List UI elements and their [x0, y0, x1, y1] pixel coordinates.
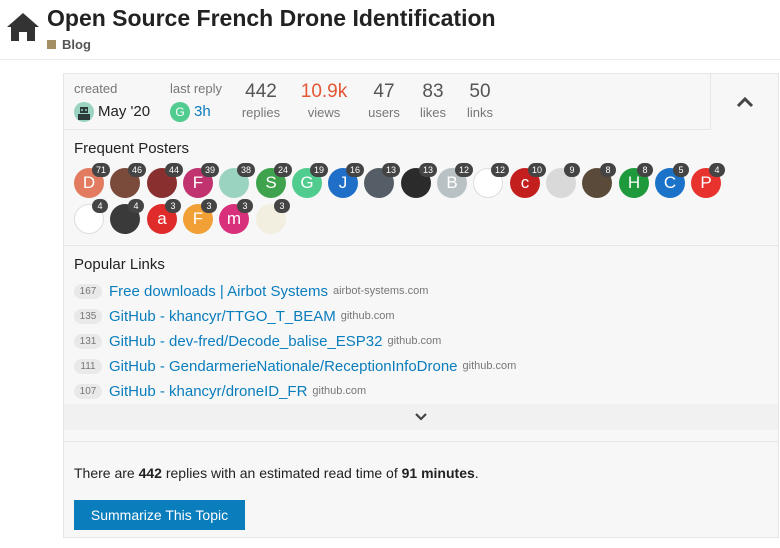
popular-link-row[interactable]: 135 GitHub - khancyr/TTGO_T_BEAM github.… — [74, 306, 395, 326]
links-count: 50 — [469, 81, 491, 102]
poster-post-count: 24 — [274, 163, 293, 177]
section-divider — [64, 245, 778, 246]
link-click-count: 107 — [74, 383, 102, 399]
topic-map: created May '20 last reply G 3h 442 repl… — [63, 73, 779, 538]
poster-post-count: 4 — [92, 199, 108, 213]
popular-link-title[interactable]: GitHub - GendarmerieNationale/ReceptionI… — [109, 358, 458, 375]
poster-post-count: 9 — [564, 163, 580, 177]
poster-post-count: 39 — [201, 163, 220, 177]
popular-link-row[interactable]: 131 GitHub - dev-fred/Decode_balise_ESP3… — [74, 331, 441, 351]
popular-link-domain: airbot-systems.com — [333, 285, 429, 297]
summary-middle: replies with an estimated read time of — [161, 465, 402, 481]
robot-avatar-icon — [78, 107, 90, 120]
section-divider — [64, 441, 778, 442]
popular-link-domain: github.com — [462, 360, 517, 372]
views-label: views — [307, 105, 341, 120]
popular-link-title[interactable]: GitHub - dev-fred/Decode_balise_ESP32 — [109, 333, 383, 350]
poster-post-count: 12 — [455, 163, 474, 177]
created-date[interactable]: May '20 — [98, 103, 150, 120]
page-title[interactable]: Open Source French Drone Identification — [47, 5, 496, 32]
replies-label: replies — [241, 105, 281, 120]
last-reply-label: last reply — [170, 81, 223, 96]
home-icon[interactable] — [6, 10, 40, 44]
link-click-count: 111 — [74, 358, 102, 374]
read-time-summary: There are 442 replies with an estimated … — [74, 465, 479, 481]
popular-link-row[interactable]: 167 Free downloads | Airbot Systems airb… — [74, 281, 428, 301]
poster-post-count: 8 — [600, 163, 616, 177]
category-color-swatch — [47, 40, 56, 49]
popular-link-title[interactable]: GitHub - khancyr/TTGO_T_BEAM — [109, 308, 336, 325]
popular-link-title[interactable]: GitHub - khancyr/droneID_FR — [109, 383, 307, 400]
links-label: links — [466, 105, 493, 120]
poster-post-count: 4 — [709, 163, 725, 177]
poster-post-count: 3 — [165, 199, 181, 213]
popular-link-domain: github.com — [340, 310, 395, 322]
poster-post-count: 13 — [382, 163, 401, 177]
popular-link-domain: github.com — [312, 385, 367, 397]
link-click-count: 135 — [74, 308, 102, 324]
last-reply-avatar[interactable]: G — [170, 102, 190, 122]
poster-post-count: 44 — [165, 163, 184, 177]
replies-count: 442 — [245, 81, 277, 102]
summarize-topic-button[interactable]: Summarize This Topic — [74, 500, 245, 530]
topic-stats: created May '20 last reply G 3h 442 repl… — [64, 74, 778, 130]
created-label: created — [74, 81, 118, 96]
poster-post-count: 12 — [491, 163, 510, 177]
popular-links-title: Popular Links — [74, 256, 165, 273]
poster-post-count: 10 — [528, 163, 547, 177]
show-more-links-button[interactable] — [64, 404, 778, 430]
poster-post-count: 46 — [128, 163, 147, 177]
collapse-topic-map-button[interactable] — [710, 74, 778, 130]
link-click-count: 167 — [74, 283, 102, 299]
poster-post-count: 5 — [673, 163, 689, 177]
frequent-posters-title: Frequent Posters — [74, 140, 190, 157]
poster-post-count: 3 — [274, 199, 290, 213]
chevron-down-icon — [415, 413, 427, 421]
summary-prefix: There are — [74, 465, 139, 481]
last-reply-time[interactable]: 3h — [194, 103, 211, 120]
poster-post-count: 4 — [128, 199, 144, 213]
link-click-count: 131 — [74, 333, 102, 349]
poster-post-count: 38 — [237, 163, 256, 177]
category-badge[interactable]: Blog — [47, 37, 91, 52]
poster-post-count: 3 — [237, 199, 253, 213]
summary-replies: 442 — [138, 465, 162, 481]
topic-header: Open Source French Drone Identification … — [0, 0, 780, 60]
chevron-up-icon — [736, 96, 754, 108]
summary-read-time: 91 minutes — [401, 465, 475, 481]
created-avatar[interactable] — [74, 102, 94, 122]
poster-post-count: 16 — [346, 163, 365, 177]
poster-post-count: 3 — [201, 199, 217, 213]
popular-link-title[interactable]: Free downloads | Airbot Systems — [109, 283, 328, 300]
summary-suffix: . — [474, 465, 479, 481]
category-label: Blog — [62, 37, 91, 52]
poster-post-count: 71 — [92, 163, 111, 177]
poster-post-count: 8 — [637, 163, 653, 177]
popular-link-row[interactable]: 111 GitHub - GendarmerieNationale/Recept… — [74, 356, 516, 376]
popular-link-row[interactable]: 107 GitHub - khancyr/droneID_FR github.c… — [74, 381, 366, 401]
views-count: 10.9k — [300, 81, 348, 102]
popular-link-domain: github.com — [387, 335, 442, 347]
poster-post-count: 13 — [419, 163, 438, 177]
poster-post-count: 19 — [310, 163, 329, 177]
